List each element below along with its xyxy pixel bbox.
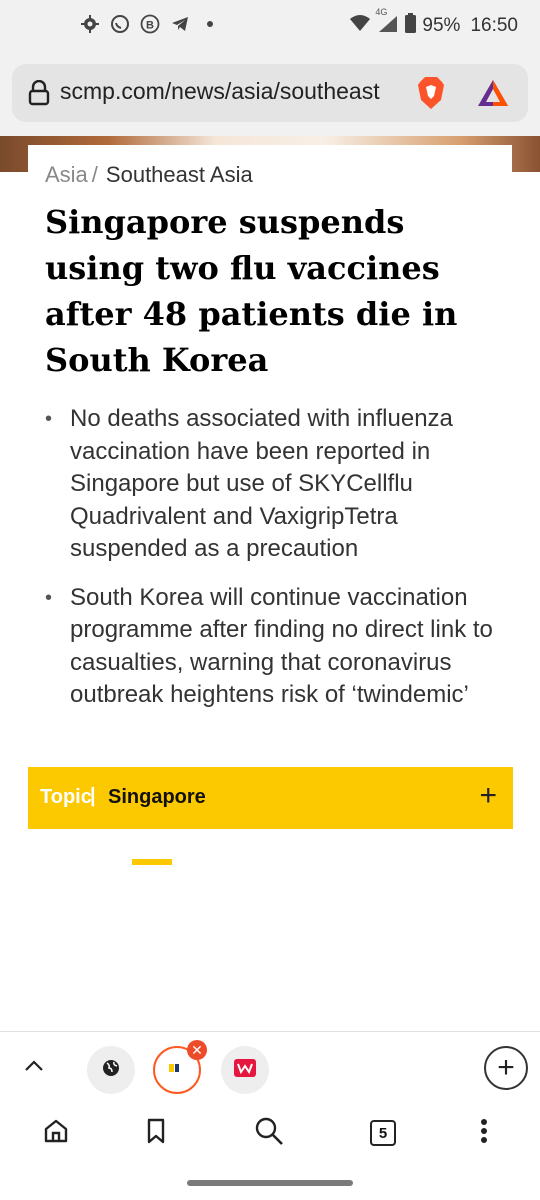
- address-bar[interactable]: scmp.com/news/asia/southeast: [12, 64, 528, 122]
- article-headline: Singapore suspends using two flu vaccine…: [45, 203, 458, 379]
- lock-icon[interactable]: [28, 79, 50, 111]
- dot-icon: [200, 14, 220, 34]
- search-button[interactable]: [253, 1117, 285, 1149]
- tabs-button[interactable]: 5: [367, 1117, 399, 1149]
- article-card: Asia / Southeast Asia Singapore suspends u…: [28, 145, 512, 845]
- topic-name[interactable]: Singapore: [108, 786, 206, 809]
- clock: 16:50: [470, 15, 518, 36]
- globe-icon: [102, 1059, 120, 1082]
- system-status: 4G 95% 16:50: [349, 7, 518, 39]
- browser-toolbar: scmp.com/news/asia/southeast: [0, 52, 540, 136]
- breadcrumb-parent[interactable]: Asia: [45, 162, 88, 187]
- article-summary: No deaths associated with influenza vacc…: [45, 403, 505, 728]
- follow-topic-plus-icon[interactable]: +: [479, 781, 497, 811]
- bookmark-button[interactable]: [140, 1117, 172, 1149]
- breadcrumb: Asia / Southeast Asia: [45, 162, 253, 188]
- chevron-up-icon[interactable]: [22, 1054, 46, 1083]
- url-text[interactable]: scmp.com/news/asia/southeast: [60, 78, 404, 105]
- battery-percent: 95%: [422, 15, 461, 36]
- telegram-icon: [170, 14, 190, 34]
- close-tab-icon[interactable]: ✕: [187, 1040, 207, 1060]
- bookmark-icon: [144, 1117, 168, 1150]
- breadcrumb-current[interactable]: Southeast Asia: [106, 162, 253, 187]
- scmp-favicon-icon: [169, 1061, 185, 1079]
- new-tab-button[interactable]: +: [484, 1046, 528, 1090]
- brave-shields-icon[interactable]: [416, 76, 446, 115]
- summary-bullet: South Korea will continue vaccination pr…: [45, 582, 505, 712]
- tab-globe[interactable]: [87, 1046, 135, 1094]
- gear-icon: [80, 14, 100, 34]
- topic-separator: |: [90, 785, 96, 807]
- search-icon: [254, 1116, 284, 1151]
- summary-bullet: No deaths associated with influenza vacc…: [45, 403, 505, 566]
- whatsapp-icon: [110, 14, 130, 34]
- wifi-icon: [349, 14, 371, 38]
- more-vertical-icon: [480, 1118, 488, 1149]
- tab-scmp-active[interactable]: ✕: [153, 1040, 207, 1094]
- home-icon: [42, 1117, 70, 1150]
- battery-icon: [405, 13, 417, 39]
- signal-icon: 4G: [375, 7, 399, 39]
- tab-w[interactable]: [221, 1046, 269, 1094]
- notification-icons: B: [80, 14, 220, 34]
- topic-label: Topic: [40, 786, 92, 808]
- network-type: 4G: [375, 7, 388, 17]
- w-favicon-icon: [234, 1058, 256, 1082]
- loading-indicator: [132, 859, 172, 865]
- svg-text:B: B: [146, 20, 154, 32]
- breadcrumb-separator: /: [91, 162, 98, 187]
- bottom-toolbar: 5: [0, 1103, 540, 1165]
- b-icon: B: [140, 14, 160, 34]
- menu-button[interactable]: [468, 1117, 500, 1149]
- gesture-handle[interactable]: [187, 1180, 353, 1186]
- gesture-nav-area: [0, 1165, 540, 1200]
- rewards-triangle-icon[interactable]: [476, 78, 510, 113]
- topic-follow-bar[interactable]: Topic | Singapore +: [28, 767, 513, 829]
- home-button[interactable]: [40, 1117, 72, 1149]
- status-bar: B 4G 95% 16:50: [0, 0, 540, 52]
- tab-count-badge: 5: [370, 1120, 396, 1146]
- tab-strip: ✕ +: [0, 1031, 540, 1103]
